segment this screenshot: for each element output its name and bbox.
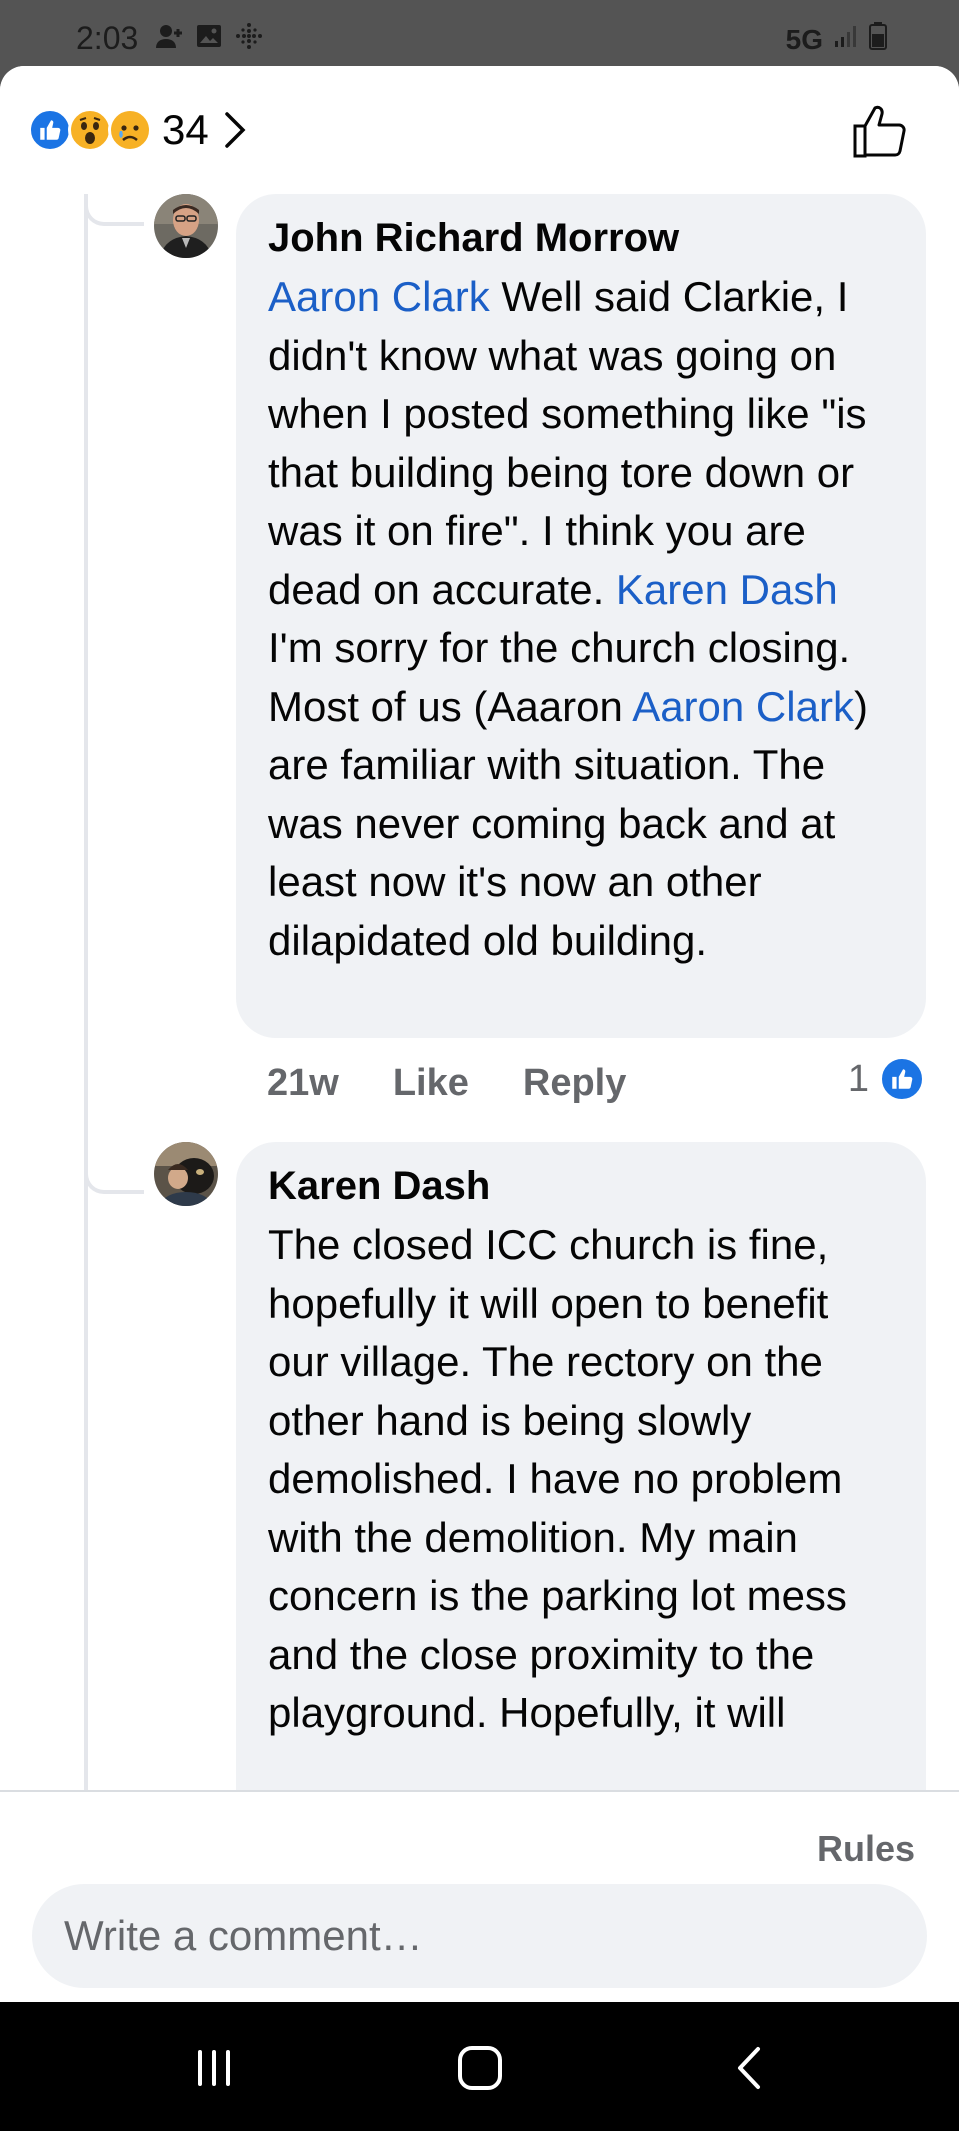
mention-link[interactable]: Karen Dash	[616, 566, 838, 613]
sad-reaction-icon	[108, 108, 152, 152]
mention-link[interactable]: Aaron Clark	[632, 683, 854, 730]
status-time: 2:03	[76, 20, 139, 56]
dots-grid-icon	[234, 22, 264, 50]
avatar-karen-dash[interactable]	[154, 1142, 218, 1206]
status-notification-icons	[154, 22, 264, 50]
comment-text: Well said Clarkie, I didn't know what wa…	[268, 273, 867, 613]
thread-connector	[84, 1164, 144, 1194]
battery-icon	[869, 22, 887, 57]
rules-link[interactable]: Rules	[817, 1828, 915, 1870]
back-icon[interactable]	[720, 2038, 780, 2098]
mention-link[interactable]: Aaron Clark	[268, 273, 490, 320]
reply-button[interactable]: Reply	[523, 1062, 626, 1105]
comment-author[interactable]: John Richard Morrow	[268, 208, 894, 268]
status-bar: 2:03 5G	[0, 0, 959, 66]
like-button[interactable]: Like	[393, 1062, 469, 1105]
comment-reaction-count: 1	[847, 1057, 869, 1100]
comment-actions: 21w Like Reply	[267, 1062, 626, 1105]
comment-reaction-summary[interactable]: 1	[848, 1056, 925, 1102]
chevron-right-icon	[224, 112, 246, 148]
comment-input[interactable]: Write a comment…	[32, 1884, 927, 1988]
comment-body: The closed ICC church is fine, hopefully…	[268, 1221, 847, 1736]
avatar-john-richard-morrow[interactable]	[154, 194, 218, 258]
wow-reaction-icon	[68, 108, 112, 152]
person-add-icon	[154, 22, 184, 50]
system-nav-bar	[0, 2002, 959, 2131]
like-reaction-icon	[879, 1056, 925, 1102]
comments-sheet: 34 John Richard Morrow Aaron Clark Well …	[0, 66, 959, 2002]
network-label: 5G	[785, 23, 823, 55]
comment-body: Aaron Clark Well said Clarkie, I didn't …	[268, 268, 894, 970]
status-right: 5G	[786, 22, 887, 57]
comment-bubble[interactable]: John Richard Morrow Aaron Clark Well sai…	[236, 194, 926, 1038]
comment-author[interactable]: Karen Dash	[268, 1156, 894, 1216]
signal-icon	[833, 23, 859, 56]
home-icon[interactable]	[450, 2038, 510, 2098]
recent-apps-icon[interactable]	[184, 2038, 244, 2098]
like-reaction-icon	[28, 108, 72, 152]
reaction-summary-button[interactable]: 34	[28, 106, 247, 154]
image-icon	[194, 22, 224, 50]
thread-connector	[84, 196, 144, 226]
thumbs-up-icon[interactable]	[851, 102, 909, 160]
thread-line	[84, 194, 88, 1854]
reaction-count: 34	[162, 106, 209, 153]
comment-timestamp[interactable]: 21w	[267, 1062, 339, 1105]
comment-bubble[interactable]: Karen Dash The closed ICC church is fine…	[236, 1142, 926, 1842]
composer-area: Rules Write a comment…	[0, 1790, 959, 2002]
reactions-header: 34	[0, 66, 959, 194]
